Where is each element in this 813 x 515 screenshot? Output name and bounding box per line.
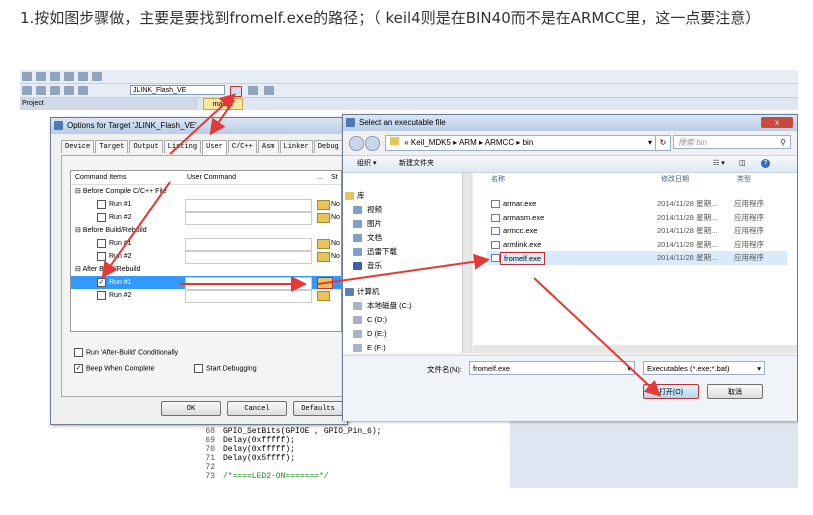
arrow-to-checkbox xyxy=(101,181,171,279)
arrow-to-open xyxy=(533,277,661,397)
arrow-to-options-icon xyxy=(169,93,236,155)
screenshot-frame: JLINK_Flash_VE Project main.c 68GPIO_Set… xyxy=(20,70,798,488)
annotation-arrows xyxy=(101,93,661,397)
arrow-to-fromelf xyxy=(317,253,490,285)
instruction-caption: 1.按如图步骤做，主要是要找到fromelf.exe的路径；（ keil4则是在… xyxy=(20,9,761,27)
